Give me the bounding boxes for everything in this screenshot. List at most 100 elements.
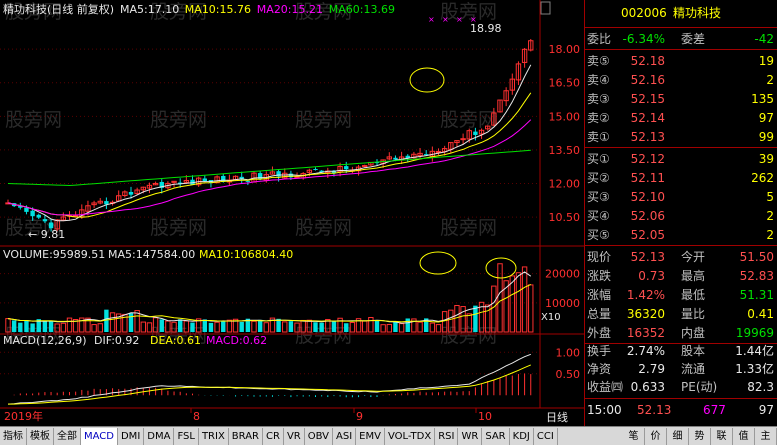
scroll-handle[interactable] bbox=[540, 1, 551, 15]
stock-header: 002006 精功科技 bbox=[585, 4, 777, 22]
footer-tool-button[interactable]: 价 bbox=[645, 427, 667, 445]
macd-tick-label: 1.00 bbox=[556, 346, 581, 359]
tab-cci[interactable]: CCI bbox=[534, 427, 558, 445]
macd-label: DIF:0.92 bbox=[94, 334, 139, 347]
weicha-label: 委差 bbox=[681, 32, 706, 46]
tab-vol-tdx[interactable]: VOL-TDX bbox=[385, 427, 436, 445]
bid-row: 买⑤ 52.05 2 bbox=[585, 226, 777, 244]
ask-price: 52.13 bbox=[630, 130, 665, 144]
quote-label: 最高 bbox=[681, 269, 706, 283]
price-tick-label: 13.50 bbox=[549, 144, 581, 157]
volume-bar-down bbox=[331, 320, 337, 332]
tab-fsl[interactable]: FSL bbox=[174, 427, 199, 445]
volume-tick-label: 20000 bbox=[545, 268, 580, 281]
tab-obv[interactable]: OBV bbox=[305, 427, 333, 445]
quote-label: 外盘 bbox=[587, 326, 612, 340]
watermark: 股旁网 bbox=[295, 109, 352, 131]
ask-row: 卖① 52.13 99 bbox=[585, 128, 777, 146]
ask-price: 52.16 bbox=[630, 73, 665, 87]
panel-divider bbox=[585, 147, 777, 148]
volume-bar-up bbox=[429, 322, 436, 333]
dea-line bbox=[8, 364, 531, 405]
ask-row: 卖⑤ 52.18 19 bbox=[585, 52, 777, 70]
ask-price: 52.14 bbox=[630, 111, 665, 125]
watermark: 股旁网 bbox=[150, 109, 207, 131]
volume-unit: X10 bbox=[541, 312, 561, 323]
stats-value: 0.633 bbox=[630, 380, 665, 394]
volume-bar-down bbox=[202, 319, 207, 332]
tab-brar[interactable]: BRAR bbox=[229, 427, 263, 445]
panel-divider bbox=[585, 49, 777, 50]
candle-up bbox=[460, 138, 466, 141]
ma-label: MA20:15.21 bbox=[257, 3, 323, 16]
tab-macd[interactable]: MACD bbox=[81, 427, 118, 445]
ask-label: 卖⑤ bbox=[587, 54, 610, 68]
quote-value: 52.13 bbox=[630, 250, 665, 264]
tick-volume: 677 bbox=[703, 403, 726, 417]
panel-divider bbox=[585, 245, 777, 246]
tab-asi[interactable]: ASI bbox=[333, 427, 357, 445]
tab-trix[interactable]: TRIX bbox=[199, 427, 229, 445]
date-label: 2019年 bbox=[4, 409, 43, 423]
ask-row: 卖③ 52.15 135 bbox=[585, 90, 777, 108]
stats-label: 收益㈣ bbox=[587, 380, 624, 394]
footer-tool-button[interactable]: 联 bbox=[711, 427, 733, 445]
bid-row: 买② 52.11 262 bbox=[585, 169, 777, 187]
candle-down bbox=[393, 157, 398, 160]
tab-cr[interactable]: CR bbox=[263, 427, 284, 445]
tab-模板[interactable]: 模板 bbox=[27, 427, 54, 445]
chart-area[interactable]: 股旁网 股旁网 股旁网 股旁网股旁网 股旁网 股旁网 股旁网股旁网 股旁网 股旁网 股旁网股旁网股… bbox=[0, 0, 584, 426]
volume-bar-up bbox=[417, 321, 423, 333]
tab-全部[interactable]: 全部 bbox=[54, 427, 81, 445]
tab-wr[interactable]: WR bbox=[458, 427, 483, 445]
footer-tool-button[interactable]: 笔 bbox=[623, 427, 645, 445]
ask-row: 卖② 52.14 97 bbox=[585, 109, 777, 127]
footer-tool-button[interactable]: 值 bbox=[733, 427, 755, 445]
footer-tool-button[interactable]: 主 bbox=[755, 427, 777, 445]
volume-bar-down bbox=[473, 305, 478, 332]
ma-label: MA60:13.69 bbox=[329, 3, 395, 16]
volume-bar-down bbox=[239, 321, 244, 332]
footer-tool-button[interactable]: 势 bbox=[689, 427, 711, 445]
ask-volume: 99 bbox=[758, 130, 774, 144]
ask-label: 卖① bbox=[587, 130, 610, 144]
volume-bar-up bbox=[528, 284, 534, 333]
quote-row: 涨跌 0.73 最高 52.83 bbox=[585, 267, 777, 285]
bid-label: 买⑤ bbox=[587, 228, 610, 242]
stats-value: 1.44亿 bbox=[735, 344, 774, 358]
volume-bar-down bbox=[276, 318, 281, 332]
weibi-value: -6.34% bbox=[622, 32, 665, 46]
watermark: 股旁网 bbox=[440, 217, 497, 239]
candle-down bbox=[42, 219, 48, 222]
tab-kdj[interactable]: KDJ bbox=[510, 427, 534, 445]
chart-title: 精功科技(日线 前复权) bbox=[3, 2, 114, 16]
tab-sar[interactable]: SAR bbox=[482, 427, 510, 445]
bid-volume: 39 bbox=[758, 152, 774, 166]
volume-bar-down bbox=[128, 313, 134, 332]
volume-label: VOLUME:95989.51 bbox=[3, 248, 105, 261]
tab-dma[interactable]: DMA bbox=[144, 427, 175, 445]
tab-vr[interactable]: VR bbox=[284, 427, 305, 445]
volume-bar-up bbox=[282, 321, 288, 333]
tab-rsi[interactable]: RSI bbox=[435, 427, 459, 445]
quote-value: 1.42% bbox=[626, 288, 665, 302]
signal-mark: × bbox=[428, 15, 435, 24]
weibi-row: 委比 -6.34% 委差 -42 bbox=[585, 30, 777, 48]
bid-price: 52.05 bbox=[630, 228, 665, 242]
volume-bar-up bbox=[380, 324, 386, 333]
footer-tool-button[interactable]: 细 bbox=[667, 427, 689, 445]
tab-emv[interactable]: EMV bbox=[356, 427, 385, 445]
volume-bar-up bbox=[140, 321, 147, 333]
bid-row: 买④ 52.06 2 bbox=[585, 207, 777, 225]
quote-label: 涨跌 bbox=[587, 269, 612, 283]
macd-label: DEA:0.61 bbox=[150, 334, 201, 347]
ask-volume: 135 bbox=[751, 92, 774, 106]
quote-value: 51.31 bbox=[739, 288, 774, 302]
ask-label: 卖③ bbox=[587, 92, 610, 106]
tab-指标[interactable]: 指标 bbox=[0, 427, 27, 445]
tab-dmi[interactable]: DMI bbox=[118, 427, 145, 445]
volume-bar-up bbox=[398, 323, 405, 333]
quote-label: 涨幅 bbox=[587, 288, 612, 302]
dif-line bbox=[7, 353, 531, 405]
bid-row: 买① 52.12 39 bbox=[585, 150, 777, 168]
